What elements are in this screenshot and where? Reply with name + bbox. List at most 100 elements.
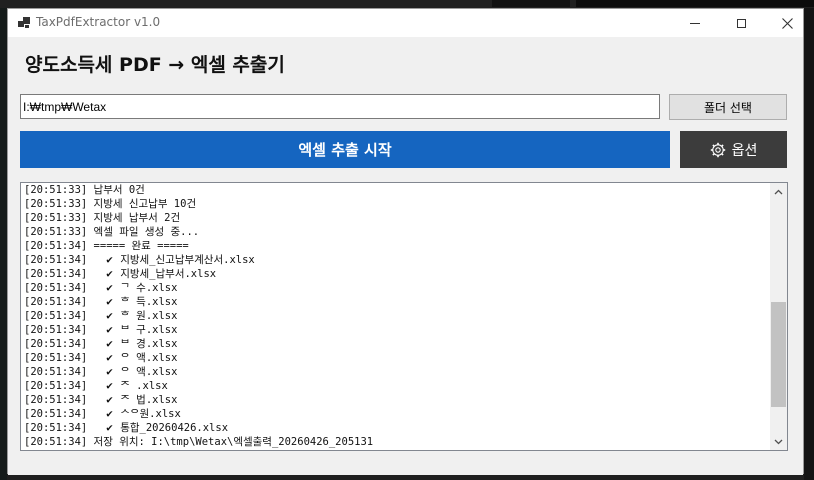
log-timestamp: [20:51:34] <box>24 408 94 420</box>
chevron-down-icon <box>774 439 783 444</box>
log-message: ᄉᄋ원.xlsx <box>120 408 181 420</box>
desktop-background-bar <box>576 0 814 7</box>
log-message: 지방세_신고납부계산서.xlsx <box>120 254 255 266</box>
log-scrollbar[interactable] <box>770 183 787 450</box>
log-message: 엑셀 파일 생성 중... <box>93 226 200 238</box>
check-icon: ✔ <box>106 365 113 378</box>
log-line: [20:51:34] ✔ ᄉᄋ원.xlsx <box>24 407 769 421</box>
log-message: 저장 위치: I:\tmp\Wetax\엑셀출력_20260426_205131 <box>93 436 374 448</box>
scroll-up-button[interactable] <box>770 183 787 200</box>
log-timestamp: [20:51:34] <box>24 352 94 364</box>
close-button[interactable] <box>764 9 810 37</box>
options-button[interactable]: 옵션 <box>680 131 787 168</box>
start-extract-button[interactable]: 엑셀 추출 시작 <box>20 131 670 168</box>
log-message: 지방세_납부서.xlsx <box>120 268 217 280</box>
log-timestamp: [20:51:33] <box>24 198 94 210</box>
log-timestamp: [20:51:34] <box>24 380 94 392</box>
log-line: [20:51:34] ✔ ᄒ 득.xlsx <box>24 295 769 309</box>
log-message: ᄇ 경.xlsx <box>120 338 178 350</box>
log-timestamp: [20:51:34] <box>24 338 94 350</box>
main-content: 양도소득세 PDF → 엑셀 추출기 폴더 선택 엑셀 추출 시작 <box>8 37 803 475</box>
log-message: ᄌ 법.xlsx <box>120 394 178 406</box>
check-icon: ✔ <box>106 407 113 420</box>
log-message: ᄋ 액.xlsx <box>120 352 178 364</box>
log-message: ᄒ 원.xlsx <box>120 310 178 322</box>
window-title: TaxPdfExtractor v1.0 <box>36 15 161 29</box>
log-line: [20:51:34] 저장 위치: I:\tmp\Wetax\엑셀출력_2026… <box>24 435 769 449</box>
log-message: 지방세 납부서 2건 <box>93 212 181 224</box>
check-icon: ✔ <box>106 379 113 392</box>
chevron-up-icon <box>774 189 783 194</box>
log-line: [20:51:34] ✔ ᄒ 원.xlsx <box>24 309 769 323</box>
log-line: [20:51:34] ===== 완료 ===== <box>24 239 769 253</box>
log-line: [20:51:33] 엑셀 파일 생성 중... <box>24 225 769 239</box>
log-line: [20:51:34] ✔ ᄇ 경.xlsx <box>24 337 769 351</box>
log-message: ᄌ .xlsx <box>120 380 168 392</box>
log-timestamp: [20:51:34] <box>24 268 94 280</box>
check-icon: ✔ <box>106 421 113 434</box>
select-folder-button[interactable]: 폴더 선택 <box>669 94 787 120</box>
log-line: [20:51:34] ✔ ᄌ 법.xlsx <box>24 393 769 407</box>
log-timestamp: [20:51:34] <box>24 240 94 252</box>
log-message: ===== 완료 ===== <box>93 240 189 252</box>
check-icon: ✔ <box>106 267 113 280</box>
log-message: ᄀ 수.xlsx <box>120 282 178 294</box>
app-window: TaxPdfExtractor v1.0 양도소득세 PDF → 엑셀 추출기 … <box>7 8 804 475</box>
check-icon: ✔ <box>106 393 113 406</box>
minimize-button[interactable] <box>672 9 718 37</box>
scrollbar-thumb[interactable] <box>771 302 786 407</box>
log-timestamp: [20:51:34] <box>24 436 94 448</box>
log-lines: [20:51:33] 납부서 0건 [20:51:33] 지방세 신고납부 10건… <box>24 183 769 449</box>
check-icon: ✔ <box>106 281 113 294</box>
log-line: [20:51:34] ✔ ᄋ 액.xlsx <box>24 365 769 379</box>
scroll-down-button[interactable] <box>770 433 787 450</box>
log-line: [20:51:34] ✔ ᄌ .xlsx <box>24 379 769 393</box>
title-bar[interactable]: TaxPdfExtractor v1.0 <box>8 9 803 37</box>
log-message: ᄇ 구.xlsx <box>120 324 178 336</box>
log-line: [20:51:34] ✔ ᄋ 액.xlsx <box>24 351 769 365</box>
check-icon: ✔ <box>106 337 113 350</box>
check-icon: ✔ <box>106 253 113 266</box>
log-line: [20:51:34] ✔ ᄀ 수.xlsx <box>24 281 769 295</box>
folder-path-input[interactable] <box>20 94 660 119</box>
log-timestamp: [20:51:34] <box>24 422 94 434</box>
options-label: 옵션 <box>731 142 758 159</box>
check-icon: ✔ <box>106 323 113 336</box>
log-timestamp: [20:51:33] <box>24 212 94 224</box>
log-line: [20:51:34] ✔ 통합_20260426.xlsx <box>24 421 769 435</box>
check-icon: ✔ <box>106 295 113 308</box>
log-message: 지방세 신고납부 10건 <box>93 198 197 210</box>
log-message: 통합_20260426.xlsx <box>120 422 229 434</box>
log-line: [20:51:33] 지방세 신고납부 10건 <box>24 197 769 211</box>
log-line: [20:51:34] ✔ 지방세_신고납부계산서.xlsx <box>24 253 769 267</box>
maximize-button[interactable] <box>718 9 764 37</box>
log-timestamp: [20:51:34] <box>24 324 94 336</box>
log-timestamp: [20:51:33] <box>24 184 94 196</box>
app-icon <box>18 17 30 29</box>
log-timestamp: [20:51:34] <box>24 366 94 378</box>
log-timestamp: [20:51:34] <box>24 282 94 294</box>
log-timestamp: [20:51:34] <box>24 310 94 322</box>
log-timestamp: [20:51:33] <box>24 226 94 238</box>
gear-icon <box>710 142 725 157</box>
log-line: [20:51:34] ✔ 지방세_납부서.xlsx <box>24 267 769 281</box>
log-timestamp: [20:51:34] <box>24 296 94 308</box>
minimize-icon <box>690 22 700 24</box>
check-icon: ✔ <box>106 351 113 364</box>
log-message: 납부서 0건 <box>93 184 145 196</box>
log-message: ᄋ 액.xlsx <box>120 366 178 378</box>
desktop-background-left <box>0 8 7 480</box>
check-icon: ✔ <box>106 309 113 322</box>
log-message: ᄒ 득.xlsx <box>120 296 178 308</box>
log-timestamp: [20:51:34] <box>24 254 94 266</box>
maximize-icon <box>736 18 746 28</box>
log-timestamp: [20:51:34] <box>24 394 94 406</box>
log-textbox[interactable]: [20:51:33] 납부서 0건 [20:51:33] 지방세 신고납부 10건… <box>20 182 788 451</box>
log-line: [20:51:34] ✔ ᄇ 구.xlsx <box>24 323 769 337</box>
log-line: [20:51:33] 지방세 납부서 2건 <box>24 211 769 225</box>
page-title: 양도소득세 PDF → 엑셀 추출기 <box>25 54 285 76</box>
desktop-background-bar <box>492 0 570 7</box>
close-icon <box>781 17 793 29</box>
desktop-background-right <box>804 8 814 480</box>
log-line: [20:51:33] 납부서 0건 <box>24 183 769 197</box>
